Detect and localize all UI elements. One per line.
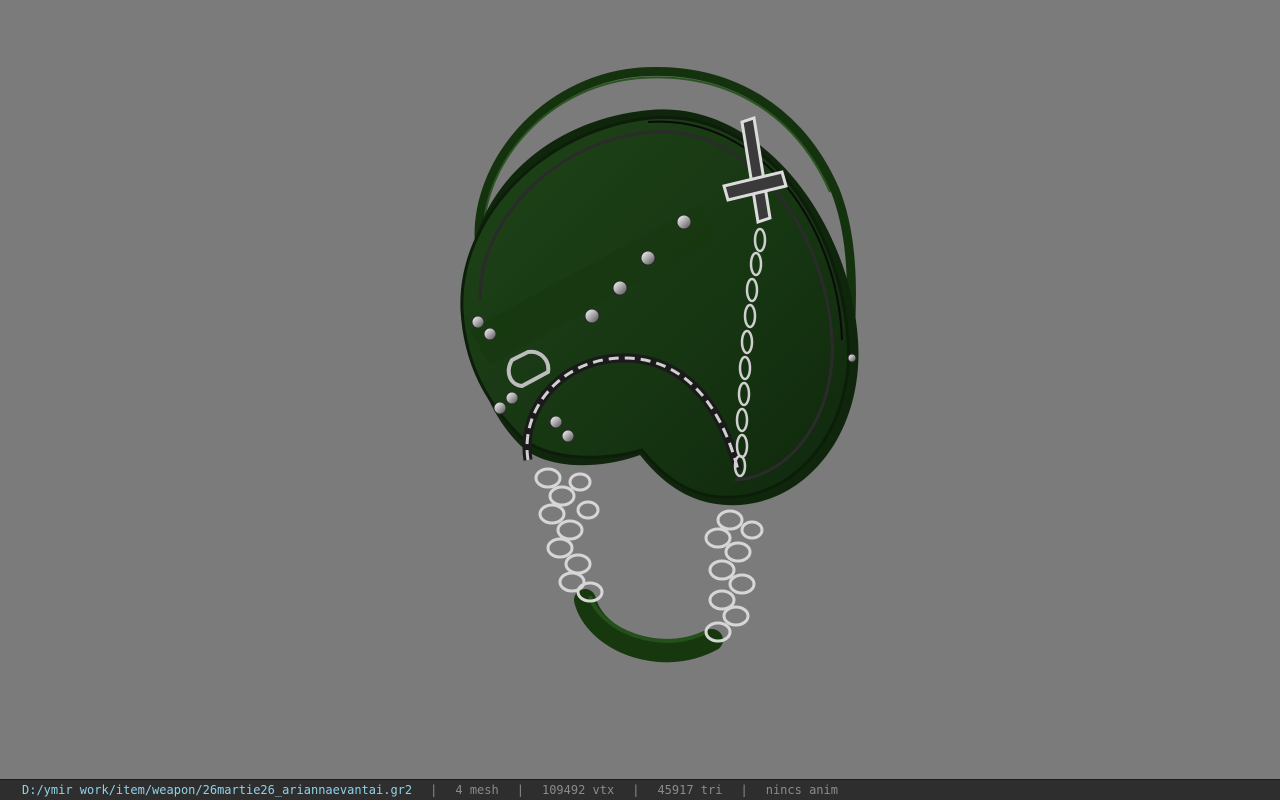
left-hanging-chain bbox=[534, 467, 604, 603]
separator: | bbox=[516, 783, 524, 797]
bottom-handle bbox=[574, 589, 723, 663]
model-render bbox=[460, 66, 859, 663]
status-bar: D:/ymir work/item/weapon/26martie26_aria… bbox=[0, 779, 1280, 800]
right-hanging-chain bbox=[704, 509, 764, 643]
anim-status-label: nincs anim bbox=[765, 783, 838, 797]
triangle-count-label: 45917 tri bbox=[657, 783, 723, 797]
mesh-count-label: 4 mesh bbox=[455, 783, 499, 797]
vertex-count-label: 109492 vtx bbox=[541, 783, 615, 797]
separator: | bbox=[430, 783, 438, 797]
separator: | bbox=[740, 783, 748, 797]
3d-viewport[interactable] bbox=[0, 0, 1280, 779]
separator: | bbox=[632, 783, 640, 797]
file-path-label: D:/ymir work/item/weapon/26martie26_aria… bbox=[22, 783, 413, 797]
